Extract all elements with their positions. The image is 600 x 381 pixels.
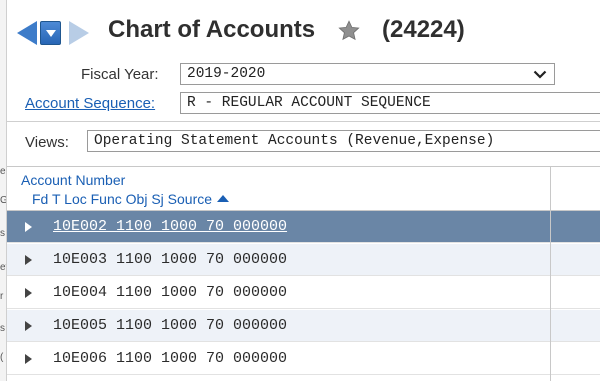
account-sequence-field[interactable]: R - REGULAR ACCOUNT SEQUENCE (180, 92, 600, 114)
divider (7, 121, 600, 122)
column-separator (550, 167, 551, 381)
expand-triangle-icon[interactable] (25, 222, 32, 232)
views-label: Views: (25, 134, 69, 151)
left-strip-fragment: e (0, 166, 6, 177)
fiscal-year-label: Fiscal Year: (81, 66, 159, 83)
account-sequence-value: R - REGULAR ACCOUNT SEQUENCE (187, 95, 431, 111)
expand-triangle-icon[interactable] (25, 255, 32, 265)
sort-ascending-icon (217, 195, 230, 202)
chevron-down-icon (533, 70, 547, 79)
table-row[interactable]: 10E005 1100 1000 70 000000 (7, 310, 600, 342)
left-strip-fragment: et (0, 262, 6, 273)
account-number-cell[interactable]: 10E003 1100 1000 70 000000 (53, 251, 287, 268)
left-strip-fragment: r (0, 291, 4, 302)
expand-triangle-icon[interactable] (25, 354, 32, 364)
left-strip-fragment: s (0, 228, 5, 239)
record-count: (24224) (382, 16, 465, 43)
expand-triangle-icon[interactable] (25, 288, 32, 298)
title-bar: Chart of Accounts (24224) (7, 0, 600, 64)
right-arrow-icon[interactable] (69, 21, 89, 45)
grid-header: Account Number Fd T Loc Func Obj Sj Sour… (7, 167, 600, 211)
column-header-segments[interactable]: Fd T Loc Func Obj Sj Source (32, 191, 230, 207)
table-row[interactable]: 10E002 1100 1000 70 000000 (7, 211, 600, 243)
table-row[interactable]: 10E006 1100 1000 70 000000 (7, 343, 600, 375)
left-arrow-icon[interactable] (17, 21, 37, 45)
table-row[interactable]: 10E004 1100 1000 70 000000 (7, 277, 600, 309)
left-panel-edge: e G s et r s ( (0, 0, 7, 381)
left-strip-fragment: ( (0, 352, 4, 363)
column-header-segments-label: Fd T Loc Func Obj Sj Source (32, 191, 213, 207)
fiscal-year-select[interactable]: 2019-2020 (180, 63, 555, 85)
account-number-cell[interactable]: 10E006 1100 1000 70 000000 (53, 350, 287, 367)
star-icon[interactable] (337, 19, 361, 43)
fiscal-year-value: 2019-2020 (187, 66, 266, 82)
expand-triangle-icon[interactable] (25, 321, 32, 331)
dropdown-icon[interactable] (40, 21, 61, 45)
account-number-cell[interactable]: 10E002 1100 1000 70 000000 (53, 218, 287, 235)
accounts-grid: Account Number Fd T Loc Func Obj Sj Sour… (7, 166, 600, 381)
account-sequence-link[interactable]: Account Sequence: (25, 95, 155, 112)
page-title: Chart of Accounts (108, 16, 316, 43)
views-select[interactable]: Operating Statement Accounts (Revenue,Ex… (87, 130, 600, 152)
account-number-cell[interactable]: 10E004 1100 1000 70 000000 (53, 284, 287, 301)
views-value: Operating Statement Accounts (Revenue,Ex… (94, 133, 495, 149)
account-number-cell[interactable]: 10E005 1100 1000 70 000000 (53, 317, 287, 334)
left-strip-fragment: G (0, 195, 6, 206)
left-strip-fragment: s (0, 323, 5, 334)
table-row[interactable]: 10E003 1100 1000 70 000000 (7, 244, 600, 276)
column-header-account-number[interactable]: Account Number (21, 172, 125, 188)
